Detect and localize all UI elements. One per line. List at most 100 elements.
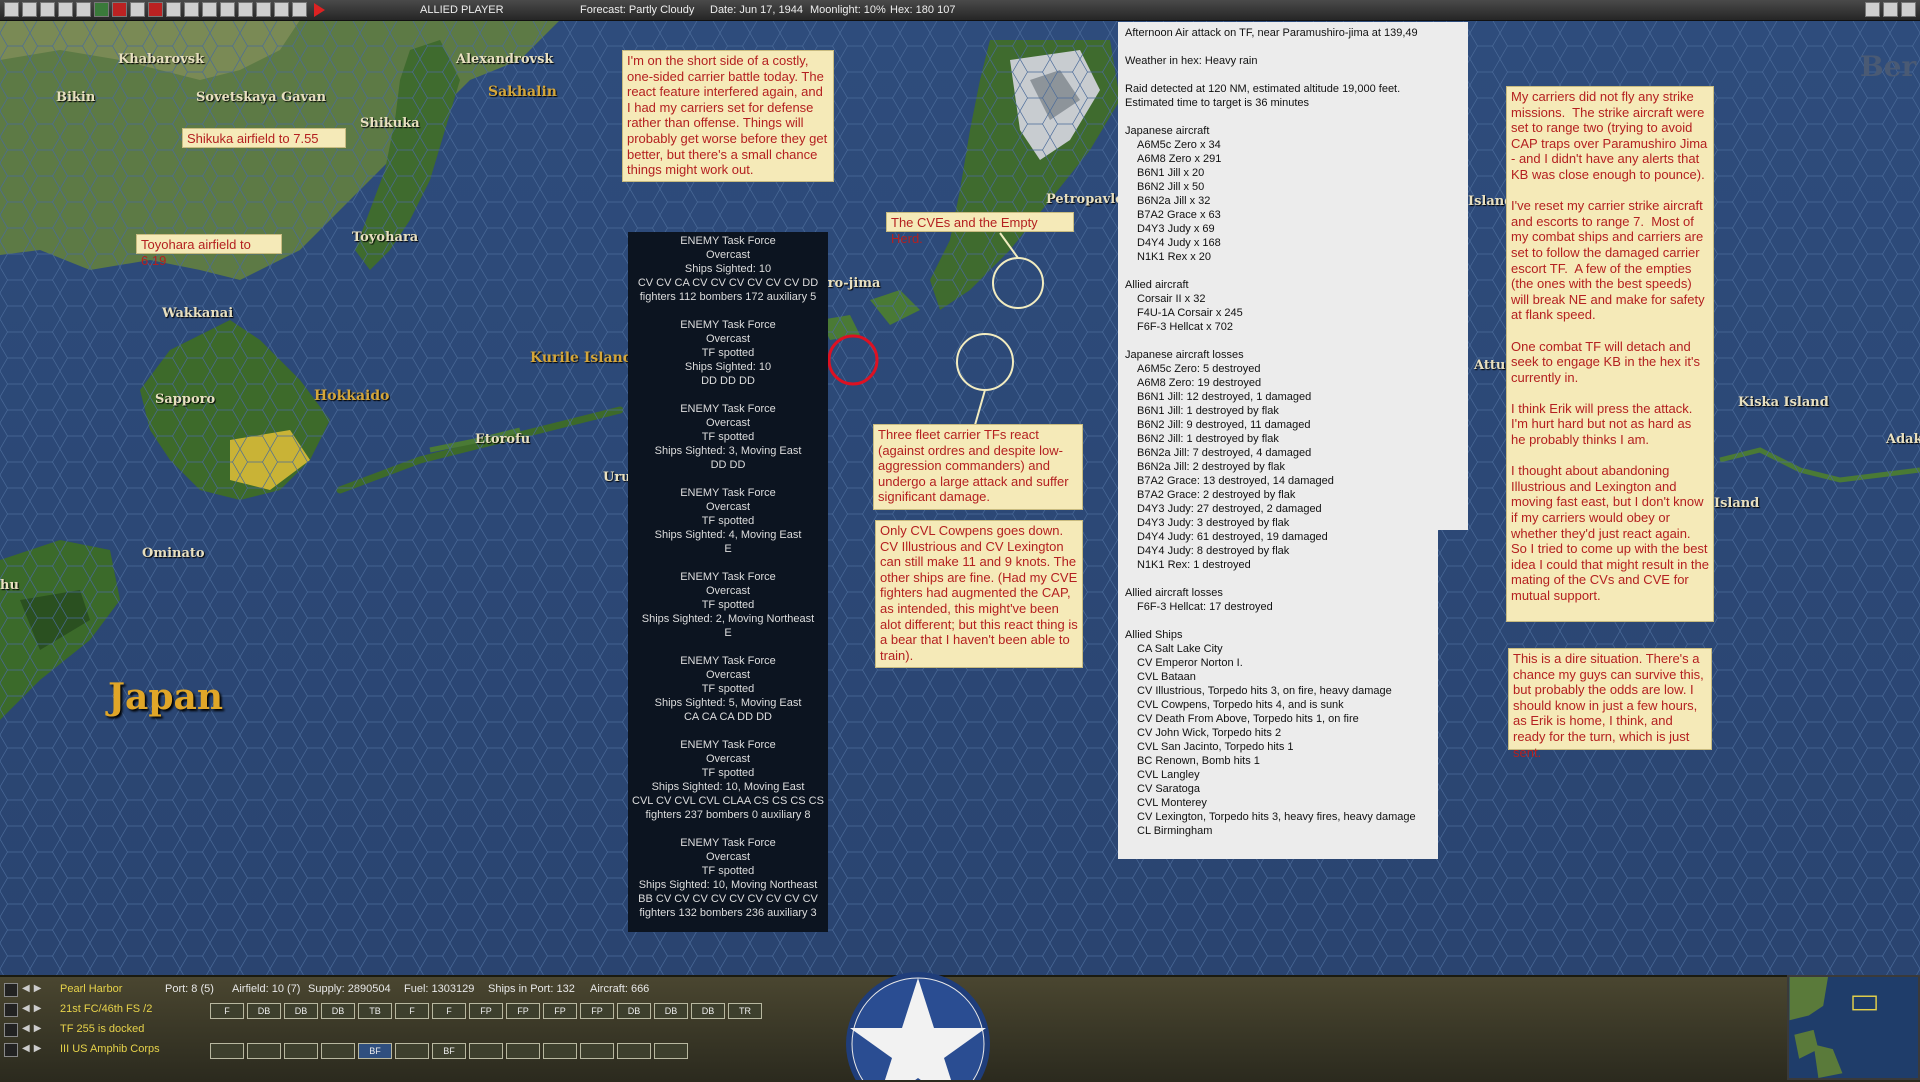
ground-icon[interactable] xyxy=(202,2,217,17)
report-ships-header: Allied Ships xyxy=(1125,629,1183,641)
ground-unit-buttons: BF BF xyxy=(210,1043,688,1059)
unit-type-button[interactable] xyxy=(395,1043,429,1059)
unit-type-button[interactable] xyxy=(284,1043,318,1059)
next-arrow-icon[interactable]: ▶ xyxy=(34,1003,42,1017)
air-icon[interactable] xyxy=(184,2,199,17)
air-unit-name[interactable]: 21st FC/46th FS /2 xyxy=(60,1003,152,1015)
unit-type-button[interactable] xyxy=(469,1043,503,1059)
report-line: D4Y3 Judy x 69 xyxy=(1137,223,1215,235)
minimize-icon[interactable] xyxy=(1865,2,1880,17)
prev-arrow-icon[interactable]: ◀ xyxy=(22,983,30,997)
tf-line: TF spotted xyxy=(701,515,755,527)
unit-type-button[interactable]: DB xyxy=(321,1003,355,1019)
unit-type-button[interactable]: TB xyxy=(358,1003,392,1019)
hex-label: Hex: 180 107 xyxy=(890,4,956,16)
table-icon[interactable] xyxy=(274,2,289,17)
tf-weather: Overcast xyxy=(705,669,750,681)
unit-type-button[interactable] xyxy=(580,1043,614,1059)
base-name[interactable]: Pearl Harbor xyxy=(60,983,122,995)
report-line: CVL Bataan xyxy=(1137,671,1196,683)
unit-type-button[interactable]: DB xyxy=(617,1003,651,1019)
tf-entry[interactable]: ENEMY Task Force Overcast TF spotted Shi… xyxy=(628,654,828,724)
unit-type-button[interactable]: DB xyxy=(691,1003,725,1019)
enemy-tf-list: ENEMY Task Force Overcast Ships Sighted:… xyxy=(628,232,828,932)
tf-line: CA CA CA DD DD xyxy=(683,711,773,723)
intel-icon[interactable] xyxy=(220,2,235,17)
tf-line: TF spotted xyxy=(701,865,755,877)
soldier-icon[interactable] xyxy=(4,1043,18,1057)
report-line: CA Salt Lake City xyxy=(1137,643,1223,655)
label-khabarovsk: Khabarovsk xyxy=(118,52,205,67)
unit-type-button[interactable]: BF xyxy=(432,1043,466,1059)
note-three-fleet: Three fleet carrier TFs react (against o… xyxy=(873,424,1083,510)
tf-entry[interactable]: ENEMY Task Force Overcast TF spotted Shi… xyxy=(628,570,828,640)
plane-icon[interactable] xyxy=(4,1003,18,1017)
ground-unit-name[interactable]: III US Amphib Corps xyxy=(60,1043,160,1055)
report-line: B6N1 Jill: 12 destroyed, 1 damaged xyxy=(1137,391,1312,403)
report-line: B7A2 Grace: 2 destroyed by flak xyxy=(1137,489,1296,501)
list-icon[interactable] xyxy=(22,2,37,17)
unit-type-button[interactable]: BF xyxy=(358,1043,392,1059)
settings-icon[interactable] xyxy=(40,2,55,17)
next-arrow-icon[interactable]: ▶ xyxy=(34,1023,42,1037)
unit-type-button[interactable]: F xyxy=(395,1003,429,1019)
unit-type-button[interactable]: FP xyxy=(506,1003,540,1019)
tf-entry[interactable]: ENEMY Task Force Overcast TF spotted Shi… xyxy=(628,738,828,822)
prev-arrow-icon[interactable]: ◀ xyxy=(22,1043,30,1057)
next-arrow-icon[interactable]: ▶ xyxy=(34,983,42,997)
base-icon[interactable] xyxy=(4,983,18,997)
unit-type-button[interactable] xyxy=(617,1043,651,1059)
restore-icon[interactable] xyxy=(1883,2,1898,17)
player-label: ALLIED PLAYER xyxy=(420,4,504,16)
globe-icon[interactable] xyxy=(238,2,253,17)
label-ominato: Ominato xyxy=(142,546,205,561)
camera-icon[interactable] xyxy=(292,2,307,17)
unit-type-button[interactable]: FP xyxy=(543,1003,577,1019)
report-line: CV Saratoga xyxy=(1137,783,1200,795)
prev-arrow-icon[interactable]: ◀ xyxy=(22,1003,30,1017)
tf-entry[interactable]: ENEMY Task Force Overcast TF spotted Shi… xyxy=(628,318,828,388)
tf-entry[interactable]: ENEMY Task Force Overcast TF spotted Shi… xyxy=(628,486,828,556)
tf-entry[interactable]: ENEMY Task Force Overcast TF spotted Shi… xyxy=(628,836,828,920)
report-icon[interactable] xyxy=(76,2,91,17)
label-sakhalin: Sakhalin xyxy=(488,84,557,100)
unit-type-button[interactable]: F xyxy=(432,1003,466,1019)
tf-line: TF spotted xyxy=(701,767,755,779)
play-icon[interactable] xyxy=(314,3,325,17)
unit-type-button[interactable]: DB xyxy=(654,1003,688,1019)
unit-type-button[interactable] xyxy=(654,1043,688,1059)
base-icon[interactable] xyxy=(94,2,109,17)
unit-type-button[interactable] xyxy=(321,1043,355,1059)
prev-arrow-icon[interactable]: ◀ xyxy=(22,1023,30,1037)
unit-type-button[interactable] xyxy=(210,1043,244,1059)
unit-type-button[interactable]: DB xyxy=(247,1003,281,1019)
tf-name[interactable]: TF 255 is docked xyxy=(60,1023,144,1035)
close-icon[interactable] xyxy=(1901,2,1916,17)
menu-icon[interactable] xyxy=(4,2,19,17)
next-arrow-icon[interactable]: ▶ xyxy=(34,1043,42,1057)
tf-icon[interactable] xyxy=(166,2,181,17)
ship-icon[interactable] xyxy=(130,2,145,17)
tf-entry[interactable]: ENEMY Task Force Overcast TF spotted Shi… xyxy=(628,402,828,472)
flag-icon[interactable] xyxy=(112,2,127,17)
unit-type-button[interactable] xyxy=(506,1043,540,1059)
unit-type-button[interactable]: FP xyxy=(580,1003,614,1019)
unit-type-button[interactable] xyxy=(543,1043,577,1059)
production-icon[interactable] xyxy=(256,2,271,17)
unit-type-button[interactable] xyxy=(247,1043,281,1059)
unit-type-button[interactable]: TR xyxy=(728,1003,762,1019)
alert-icon[interactable] xyxy=(148,2,163,17)
tf-line: Ships Sighted: 10 xyxy=(684,361,772,373)
report-line: BC Renown, Bomb hits 1 xyxy=(1137,755,1260,767)
unit-type-button[interactable]: FP xyxy=(469,1003,503,1019)
ship-icon[interactable] xyxy=(4,1023,18,1037)
disk-icon[interactable] xyxy=(58,2,73,17)
report-line: CV Illustrious, Torpedo hits 3, on fire,… xyxy=(1137,685,1392,697)
aircraft-info: Aircraft: 666 xyxy=(590,983,650,995)
tf-line: Ships Sighted: 5, Moving East xyxy=(654,697,802,709)
unit-type-button[interactable]: F xyxy=(210,1003,244,1019)
unit-type-button[interactable]: DB xyxy=(284,1003,318,1019)
minimap[interactable] xyxy=(1787,975,1920,1080)
report-line: CV Lexington, Torpedo hits 3, heavy fire… xyxy=(1137,811,1416,823)
tf-entry[interactable]: ENEMY Task Force Overcast Ships Sighted:… xyxy=(628,234,828,304)
